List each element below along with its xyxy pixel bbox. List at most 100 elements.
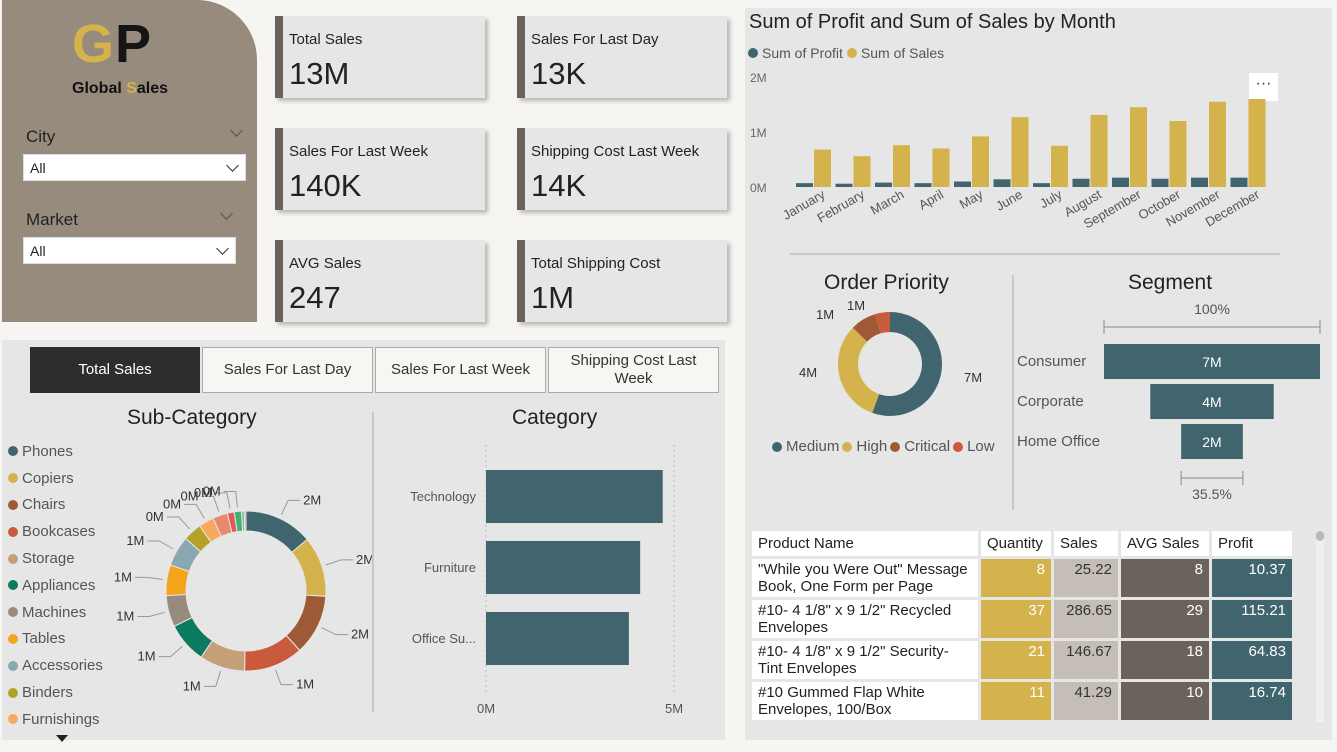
quantity-cell: 37 (981, 600, 1051, 638)
legend-item[interactable]: Appliances (8, 572, 103, 599)
leader-line (137, 611, 165, 617)
profit-bar (1191, 177, 1208, 187)
legend-item[interactable]: Sum of Profit (748, 45, 843, 61)
monthly-chart-legend: Sum of Profit Sum of Sales (748, 45, 944, 61)
market-slicer-title: Market (26, 210, 78, 229)
sub-category-label: 0M (203, 484, 221, 499)
card-value: 140K (289, 168, 362, 203)
profit-bar (1033, 183, 1050, 187)
tab-shipping-cost-last-week[interactable]: Shipping Cost Last Week (548, 347, 719, 393)
monthly-chart-title: Sum of Profit and Sum of Sales by Month (749, 11, 1116, 33)
legend-label: Copiers (22, 469, 74, 487)
sub-category-label: 0M (146, 509, 164, 524)
sub-category-label: 1M (183, 678, 201, 693)
legend-dot (8, 607, 18, 618)
legend-item[interactable]: Medium (772, 438, 839, 455)
column-header[interactable]: Profit (1212, 531, 1292, 556)
legend-item[interactable]: High (842, 438, 887, 455)
legend-dot (8, 714, 18, 725)
legend-item[interactable]: Phones (8, 438, 103, 465)
y-tick-label: 2M (750, 71, 767, 85)
table-row[interactable]: #10 Gummed Flap White Envelopes, 100/Box… (752, 682, 1292, 720)
tab-sales-last-week[interactable]: Sales For Last Week (375, 347, 546, 393)
order-priority-legend: Medium High Critical Low (772, 438, 995, 455)
tab-total-sales[interactable]: Total Sales (30, 347, 200, 393)
legend-item[interactable]: Machines (8, 599, 103, 626)
city-dropdown[interactable]: All (23, 154, 246, 181)
legend-label: Phones (22, 442, 73, 460)
legend-item[interactable]: Furnishings (8, 706, 103, 733)
segment-value-label: 2M (1202, 434, 1221, 450)
sub-category-chart: 2M2M2M1M1M1M1M1M1M0M0M0M0M0M (114, 484, 372, 694)
chevron-down-icon (226, 159, 239, 172)
legend-item[interactable]: Bookcases (8, 518, 103, 545)
scrollbar-thumb[interactable] (1316, 531, 1324, 541)
legend-label: Accessories (22, 657, 103, 675)
leader-line (223, 491, 238, 508)
legend-item[interactable]: Low (953, 438, 995, 455)
order-priority-slice (838, 327, 880, 413)
leader-line (184, 503, 205, 519)
leader-line (134, 576, 163, 581)
product-table[interactable]: Product Name Quantity Sales AVG Sales Pr… (749, 528, 1314, 723)
sales-bar (1051, 145, 1068, 187)
legend-label: Medium (786, 438, 840, 455)
profit-bar (835, 183, 853, 187)
avg-sales-cell: 18 (1121, 641, 1209, 679)
card-total-sales: Total Sales 13M (275, 16, 485, 98)
card-value: 13K (531, 56, 587, 91)
category-label: Office Su... (412, 631, 476, 646)
legend-label: Sum of Sales (860, 45, 945, 61)
legend-item[interactable]: Critical (890, 438, 950, 455)
tab-sales-last-day[interactable]: Sales For Last Day (202, 347, 373, 393)
market-dropdown-value: All (30, 243, 46, 259)
sales-cell: 41.29 (1054, 682, 1118, 720)
sales-bar (893, 145, 910, 187)
sales-bar (1130, 107, 1147, 187)
brand-name-highlight: S (126, 80, 137, 97)
legend-item[interactable]: Copiers (8, 465, 103, 492)
sub-category-label: 2M (351, 627, 369, 642)
profit-bar (1230, 177, 1248, 187)
sub-category-slice (243, 510, 247, 532)
card-label: Sales For Last Day (531, 31, 659, 48)
product-name-cell: #10 Gummed Flap White Envelopes, 100/Box (752, 682, 978, 720)
column-header[interactable]: Quantity (981, 531, 1051, 556)
legend-item[interactable]: Chairs (8, 492, 103, 519)
scroll-down-icon[interactable] (56, 735, 68, 742)
table-row[interactable]: "While you Were Out" Message Book, One F… (752, 559, 1292, 597)
table-row[interactable]: #10- 4 1/8" x 9 1/2" Recycled Envelopes … (752, 600, 1292, 638)
column-header[interactable]: Product Name (752, 531, 978, 556)
table-row[interactable]: #10- 4 1/8" x 9 1/2" Security-Tint Envel… (752, 641, 1292, 679)
leader-line (147, 540, 174, 550)
column-header[interactable]: AVG Sales (1121, 531, 1209, 556)
market-dropdown[interactable]: All (23, 237, 236, 264)
legend-item[interactable]: Storage (8, 545, 103, 572)
legend-item[interactable]: Binders (8, 679, 103, 706)
legend-item[interactable]: Sum of Sales (846, 45, 945, 61)
legend-item[interactable]: Tables (8, 626, 103, 653)
legend-label: Furnishings (22, 710, 100, 728)
legend-dot (846, 48, 857, 58)
sales-cell: 25.22 (1054, 559, 1118, 597)
legend-item[interactable]: Accessories (8, 652, 103, 679)
sub-category-label: 2M (303, 492, 321, 507)
sub-category-label: 2M (356, 552, 372, 567)
profit-bar (1072, 178, 1090, 187)
product-name-cell: #10- 4 1/8" x 9 1/2" Security-Tint Envel… (752, 641, 978, 679)
table-scrollbar[interactable] (1316, 530, 1324, 722)
sub-category-slice (244, 634, 301, 672)
sub-category-label: 1M (137, 649, 155, 664)
sales-bar (1169, 121, 1187, 187)
segment-title: Segment (1128, 271, 1213, 294)
profit-bar (875, 182, 892, 187)
card-sales-last-week: Sales For Last Week 140K (275, 128, 485, 210)
profit-bar (796, 183, 813, 187)
column-header[interactable]: Sales (1054, 531, 1118, 556)
leader-line (166, 516, 190, 530)
legend-label: Tables (22, 630, 66, 648)
legend-dot (8, 499, 18, 510)
divider (790, 253, 1280, 255)
card-value: 1M (531, 280, 575, 315)
leader-line (275, 669, 294, 686)
